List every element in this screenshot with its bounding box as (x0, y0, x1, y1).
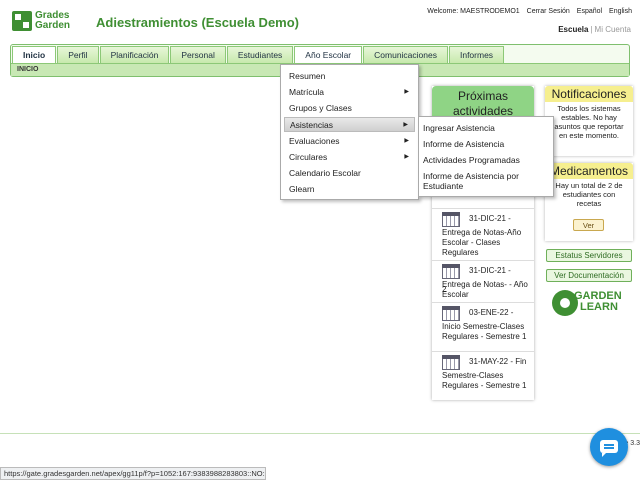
calendar-icon (442, 306, 460, 321)
activities-title: Próximas actividades (432, 86, 534, 120)
garden-learn-text: GARDEN LEARN (574, 291, 622, 313)
activity-date: 03-ENE-22 - (469, 308, 514, 317)
tab-comunicaciones[interactable]: Comunicaciones (363, 46, 448, 63)
menu-item-resumen[interactable]: Resumen (284, 69, 415, 84)
lang-es-link[interactable]: Español (577, 8, 602, 15)
tab-planificacion[interactable]: Planificación (99, 46, 170, 63)
submenu-arrow-icon: ▶ (404, 138, 409, 144)
page-title: Adiestramientos (Escuela Demo) (96, 15, 300, 30)
tab-informes[interactable]: Informes (448, 46, 505, 63)
menu-item-circulares[interactable]: Circulares ▶ (284, 150, 415, 165)
medications-title: Medicamentos (545, 163, 633, 179)
menu-item-evaluaciones[interactable]: Evaluaciones ▶ (284, 134, 415, 149)
menu-item-label: Asistencias (290, 120, 333, 130)
my-account-link[interactable]: Mi Cuenta (595, 25, 631, 34)
asistencias-submenu: Ingresar Asistencia Informe de Asistenci… (418, 116, 554, 197)
list-item[interactable]: 31-DIC-21 - Entrega de Notas-Año Escolar… (432, 208, 534, 258)
breadcrumb-label: INICIO (17, 66, 39, 73)
menu-item-label: Circulares (289, 152, 328, 162)
list-item[interactable]: 31-MAY-22 - Fin Semestre-Clases Regulare… (432, 351, 534, 399)
notifications-panel: Notificaciones Todos los sistemas establ… (545, 86, 633, 156)
submenu-arrow-icon: ▶ (404, 154, 409, 160)
activity-desc: Entrega de Notas-Año Escolar - Clases Re… (442, 228, 522, 257)
menu-item-label: Grupos y Clases (289, 103, 352, 113)
logout-link[interactable]: Cerrar Sesión (527, 8, 570, 15)
menu-item-label: Resumen (289, 71, 326, 81)
activity-desc: Semestre-Clases Regulares - Semestre 1 (442, 371, 527, 390)
account-nav: Escuela | Mi Cuenta (558, 25, 631, 34)
menu-item-grupos[interactable]: Grupos y Clases (284, 101, 415, 116)
chat-bubble-icon (600, 440, 618, 457)
view-medications-button[interactable]: Ver (573, 219, 604, 231)
menu-item-label: Evaluaciones (289, 136, 340, 146)
activity-date: 31-MAY-22 - Fin (469, 357, 527, 366)
logo-line2: Garden (35, 20, 71, 31)
calendar-icon (442, 355, 460, 370)
calendar-icon (442, 264, 460, 279)
list-item[interactable]: 03-ENE-22 - Inicio Semestre-Clases Regul… (432, 302, 534, 350)
tab-personal[interactable]: Personal (170, 46, 226, 63)
tab-ano-escolar[interactable]: Año Escolar (294, 46, 363, 63)
top-links: Welcome: MAESTRODEMO1 Cerrar Sesión Espa… (422, 8, 632, 15)
medications-panel: Medicamentos Hay un total de 2 de estudi… (545, 163, 633, 241)
documentation-button[interactable]: Ver Documentación (546, 269, 632, 282)
tab-perfil[interactable]: Perfil (57, 46, 99, 63)
menu-item-asistencias[interactable]: Asistencias ▶ (284, 117, 415, 132)
garden-learn-logo[interactable]: GARDEN LEARN (552, 289, 632, 321)
menu-item-glearn[interactable]: Glearn (284, 182, 415, 197)
list-item[interactable]: 31-DIC-21 - Entrega de Notas- - Año Esco… (432, 260, 534, 300)
divider: | (590, 25, 593, 34)
submenu-arrow-icon: ▶ (403, 122, 408, 128)
lang-en-link[interactable]: English (609, 8, 632, 15)
calendar-icon (442, 212, 460, 227)
activity-date: 31-DIC-21 - (469, 266, 511, 275)
logo-text: Grades Garden (35, 11, 70, 31)
submenu-item-informe-estudiante[interactable]: Informe de Asistencia por Estudiante (423, 171, 551, 191)
menu-item-label: Matrícula (289, 87, 324, 97)
welcome-text: Welcome: MAESTRODEMO1 (427, 8, 520, 15)
menu-item-label: Glearn (289, 184, 315, 194)
browser-status-url: https://gate.gradesgarden.net/apex/gg11p… (0, 467, 266, 480)
ano-escolar-menu: Resumen Matrícula ▶ Grupos y Clases Asist… (280, 64, 419, 200)
notifications-body: Todos los sistemas estables. No hay asun… (554, 104, 624, 140)
submenu-arrow-icon: ▶ (404, 89, 409, 95)
submenu-item-ingresar[interactable]: Ingresar Asistencia (423, 123, 551, 133)
nav-tabs: Inicio Perfil Planificación Personal Est… (12, 46, 505, 63)
activity-desc: Entrega de Notas- - Año Escolar (442, 280, 528, 299)
activity-date: 31-DIC-21 - (469, 214, 511, 223)
notifications-title: Notificaciones (545, 86, 633, 102)
menu-item-calendario[interactable]: Calendario Escolar (284, 166, 415, 181)
server-status-button[interactable]: Estatus Servidores (546, 249, 632, 262)
tab-estudiantes[interactable]: Estudiantes (226, 46, 294, 63)
medications-body: Hay un total de 2 de estudiantes con rec… (555, 181, 623, 208)
submenu-item-actividades[interactable]: Actividades Programadas (423, 155, 551, 165)
menu-item-matricula[interactable]: Matrícula ▶ (284, 85, 415, 100)
menu-item-label: Calendario Escolar (289, 168, 361, 178)
garden-learn-line2: LEARN (580, 301, 618, 313)
chat-button[interactable] (590, 428, 628, 466)
submenu-item-informe[interactable]: Informe de Asistencia (423, 139, 551, 149)
logo-mark-icon (12, 11, 32, 31)
footer-divider (0, 433, 640, 434)
activity-desc: Inicio Semestre-Clases Regulares - Semes… (442, 322, 527, 341)
school-link[interactable]: Escuela (558, 25, 588, 34)
grades-garden-logo[interactable]: Grades Garden (12, 11, 84, 33)
tab-inicio[interactable]: Inicio (12, 46, 57, 63)
